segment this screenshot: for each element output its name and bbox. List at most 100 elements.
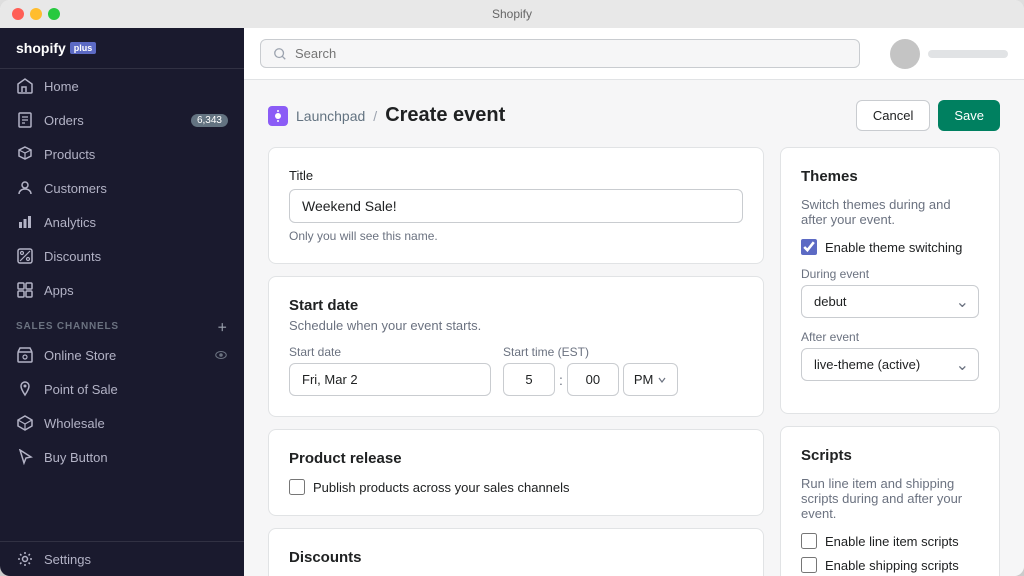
sidebar-item-buy-button[interactable]: Buy Button: [0, 440, 244, 474]
search-container: [260, 39, 860, 68]
content-layout: Title Only you will see this name. Start…: [268, 147, 1000, 576]
sidebar-item-wholesale[interactable]: Wholesale: [0, 406, 244, 440]
cursor-icon: [16, 448, 34, 466]
themes-title: Themes: [801, 168, 979, 185]
during-event-group: During event debut live-theme (active): [801, 267, 979, 318]
breadcrumb-separator: /: [373, 108, 377, 124]
time-label: Start time (EST): [503, 345, 678, 359]
sidebar-item-label: Orders: [44, 113, 84, 128]
avatar: [890, 39, 920, 69]
ampm-selector[interactable]: PM: [623, 363, 679, 396]
time-inputs: : PM: [503, 363, 678, 396]
orders-badge: 6,343: [191, 114, 228, 127]
topbar: [244, 28, 1024, 80]
main-content: Launchpad / Create event Cancel Save Tit…: [244, 28, 1024, 576]
after-event-select-wrapper: live-theme (active) debut: [801, 348, 979, 381]
time-separator: :: [559, 372, 563, 388]
sidebar-item-customers[interactable]: Customers: [0, 171, 244, 205]
date-label: Start date: [289, 345, 491, 359]
cancel-button[interactable]: Cancel: [856, 100, 930, 131]
sidebar-item-label: Products: [44, 147, 95, 162]
topbar-right: [890, 39, 1008, 69]
sidebar-item-home[interactable]: Home: [0, 69, 244, 103]
sidebar-item-apps[interactable]: Apps: [0, 273, 244, 307]
product-release-checkbox-row: Publish products across your sales chann…: [289, 479, 743, 495]
discounts-icon: [16, 247, 34, 265]
settings-icon: [16, 550, 34, 568]
title-input[interactable]: [289, 189, 743, 223]
store-icon: [16, 346, 34, 364]
hour-input[interactable]: [503, 363, 555, 396]
sidebar-item-discounts[interactable]: Discounts: [0, 239, 244, 273]
sidebar-item-analytics[interactable]: Analytics: [0, 205, 244, 239]
after-event-label: After event: [801, 330, 979, 344]
launchpad-icon: [268, 106, 288, 126]
sidebar-item-label: Point of Sale: [44, 382, 118, 397]
after-event-select[interactable]: live-theme (active) debut: [801, 348, 979, 381]
sidebar-item-label: Analytics: [44, 215, 96, 230]
sidebar-item-label: Home: [44, 79, 79, 94]
save-button[interactable]: Save: [938, 100, 1000, 131]
apps-icon: [16, 281, 34, 299]
titlebar: Shopify: [0, 0, 1024, 28]
scripts-title: Scripts: [801, 447, 979, 464]
shopify-logo: shopify plus: [16, 40, 228, 56]
pin-icon: [16, 380, 34, 398]
during-event-select-wrapper: debut live-theme (active): [801, 285, 979, 318]
content-left: Title Only you will see this name. Start…: [268, 147, 764, 576]
maximize-button[interactable]: [48, 8, 60, 20]
scripts-card: Scripts Run line item and shipping scrip…: [780, 426, 1000, 576]
title-hint: Only you will see this name.: [289, 229, 743, 243]
app-window: Shopify shopify plus Home: [0, 0, 1024, 576]
themes-card: Themes Switch themes during and after yo…: [780, 147, 1000, 414]
window-controls: [12, 8, 60, 20]
orders-icon: [16, 111, 34, 129]
sidebar-header: shopify plus: [0, 28, 244, 69]
product-release-label: Publish products across your sales chann…: [313, 480, 570, 495]
page-actions: Cancel Save: [856, 100, 1000, 131]
ampm-value: PM: [634, 372, 654, 387]
add-sales-channel-button[interactable]: ＋: [217, 319, 228, 334]
date-input[interactable]: [289, 363, 491, 396]
app-layout: shopify plus Home: [0, 28, 1024, 576]
breadcrumb-back-link[interactable]: Launchpad: [296, 108, 365, 124]
minimize-button[interactable]: [30, 8, 42, 20]
sidebar-item-online-store[interactable]: Online Store: [0, 338, 244, 372]
during-event-select[interactable]: debut live-theme (active): [801, 285, 979, 318]
sidebar-item-label: Online Store: [44, 348, 116, 363]
product-release-title: Product release: [289, 450, 743, 467]
sidebar-item-orders[interactable]: Orders 6,343: [0, 103, 244, 137]
datetime-row: Start date Start time (EST) :: [289, 345, 743, 396]
close-button[interactable]: [12, 8, 24, 20]
line-item-scripts-label: Enable line item scripts: [825, 534, 959, 549]
content-right: Themes Switch themes during and after yo…: [780, 147, 1000, 576]
theme-switching-label: Enable theme switching: [825, 240, 962, 255]
start-date-desc: Schedule when your event starts.: [289, 318, 743, 333]
home-icon: [16, 77, 34, 95]
start-date-title: Start date: [289, 297, 743, 314]
line-item-scripts-checkbox[interactable]: [801, 533, 817, 549]
sales-channels-label: SALES CHANNELS: [16, 321, 119, 332]
line-item-scripts-row: Enable line item scripts: [801, 533, 979, 549]
sidebar-item-label: Apps: [44, 283, 74, 298]
logo-text: shopify: [16, 40, 66, 56]
theme-switching-row: Enable theme switching: [801, 239, 979, 255]
sidebar-item-settings[interactable]: Settings: [0, 542, 244, 576]
sidebar: shopify plus Home: [0, 28, 244, 576]
during-event-label: During event: [801, 267, 979, 281]
shipping-scripts-checkbox[interactable]: [801, 557, 817, 573]
products-icon: [16, 145, 34, 163]
analytics-icon: [16, 213, 34, 231]
product-release-checkbox[interactable]: [289, 479, 305, 495]
sidebar-item-point-of-sale[interactable]: Point of Sale: [0, 372, 244, 406]
theme-switching-checkbox[interactable]: [801, 239, 817, 255]
sidebar-item-label: Discounts: [44, 249, 101, 264]
shipping-scripts-row: Enable shipping scripts: [801, 557, 979, 573]
customers-icon: [16, 179, 34, 197]
sidebar-item-products[interactable]: Products: [0, 137, 244, 171]
minute-input[interactable]: [567, 363, 619, 396]
sidebar-item-label: Settings: [44, 552, 91, 567]
search-input[interactable]: [295, 46, 847, 61]
date-group: Start date: [289, 345, 491, 396]
product-release-card: Product release Publish products across …: [268, 429, 764, 516]
